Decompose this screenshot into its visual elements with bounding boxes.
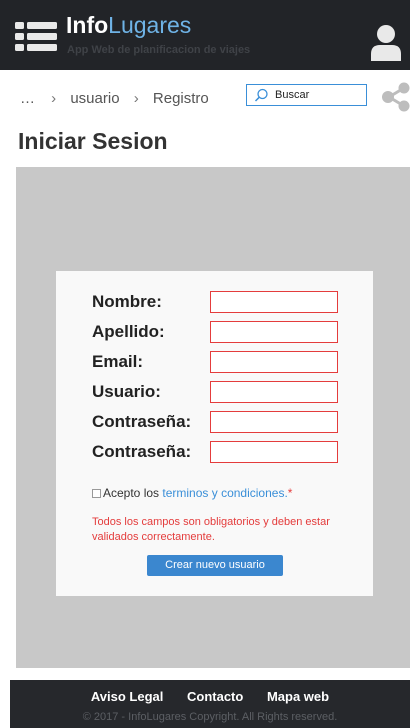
usuario-input[interactable]: [210, 381, 338, 403]
create-user-button[interactable]: Crear nuevo usuario: [147, 555, 283, 576]
terms-row: Acepto los terminos y condiciones.*: [92, 486, 292, 500]
terms-link[interactable]: terminos y condiciones.: [162, 486, 287, 500]
footer-link-mapa-web[interactable]: Mapa web: [267, 689, 329, 704]
user-icon[interactable]: [370, 24, 402, 62]
footer-link-aviso-legal[interactable]: Aviso Legal: [91, 689, 163, 704]
breadcrumb-separator: ›: [51, 90, 57, 107]
terms-prefix: Acepto los: [103, 486, 160, 500]
required-asterisk: *: [287, 486, 293, 500]
form-row-usuario: Usuario:: [92, 381, 342, 403]
registration-form: Nombre: Apellido: Email: Usuario: Contra…: [56, 271, 373, 596]
footer-link-contacto[interactable]: Contacto: [187, 689, 243, 704]
form-row-apellido: Apellido:: [92, 321, 342, 343]
field-label-contrasena: Contraseña:: [92, 412, 192, 431]
footer-links: Aviso Legal Contacto Mapa web: [10, 689, 410, 704]
field-label-usuario: Usuario:: [92, 382, 161, 401]
breadcrumb-item-usuario[interactable]: usuario: [70, 90, 119, 107]
form-row-contrasena: Contraseña:: [92, 411, 342, 433]
field-label-nombre: Nombre:: [92, 292, 162, 311]
breadcrumb: … › usuario › Registro: [20, 90, 209, 107]
terms-checkbox[interactable]: [92, 489, 101, 498]
form-row-email: Email:: [92, 351, 342, 373]
breadcrumb-separator: ›: [133, 90, 139, 107]
password-input[interactable]: [210, 411, 338, 433]
form-row-nombre: Nombre:: [92, 291, 342, 313]
field-label-apellido: Apellido:: [92, 322, 165, 341]
share-icon[interactable]: [380, 82, 410, 112]
search-icon[interactable]: [254, 88, 269, 108]
field-label-contrasena-confirm: Contraseña:: [92, 442, 192, 461]
brand-bold: Info: [66, 12, 109, 38]
breadcrumb-ellipsis[interactable]: …: [20, 90, 35, 107]
search-input[interactable]: [275, 87, 363, 103]
brand-tagline: App Web de planificacion de viajes: [67, 44, 251, 56]
footer: Aviso Legal Contacto Mapa web © 2017 - I…: [10, 680, 410, 728]
apellido-input[interactable]: [210, 321, 338, 343]
brand-light: Lugares: [108, 12, 192, 38]
page-title: Iniciar Sesion: [18, 128, 168, 154]
nombre-input[interactable]: [210, 291, 338, 313]
copyright-text: © 2017 - InfoLugares Copyright. All Righ…: [82, 711, 338, 723]
form-row-contrasena-confirm: Contraseña:: [92, 441, 342, 463]
field-label-email: Email:: [92, 352, 144, 371]
validation-message: Todos los campos son obligatorios y debe…: [92, 516, 330, 543]
menu-list-icon[interactable]: [15, 22, 57, 52]
email-input[interactable]: [210, 351, 338, 373]
search-box: [246, 84, 367, 106]
brand-logo[interactable]: InfoLugares: [66, 12, 191, 38]
breadcrumb-item-registro[interactable]: Registro: [153, 90, 209, 107]
password-confirm-input[interactable]: [210, 441, 338, 463]
app-header: InfoLugares App Web de planificacion de …: [0, 0, 410, 70]
